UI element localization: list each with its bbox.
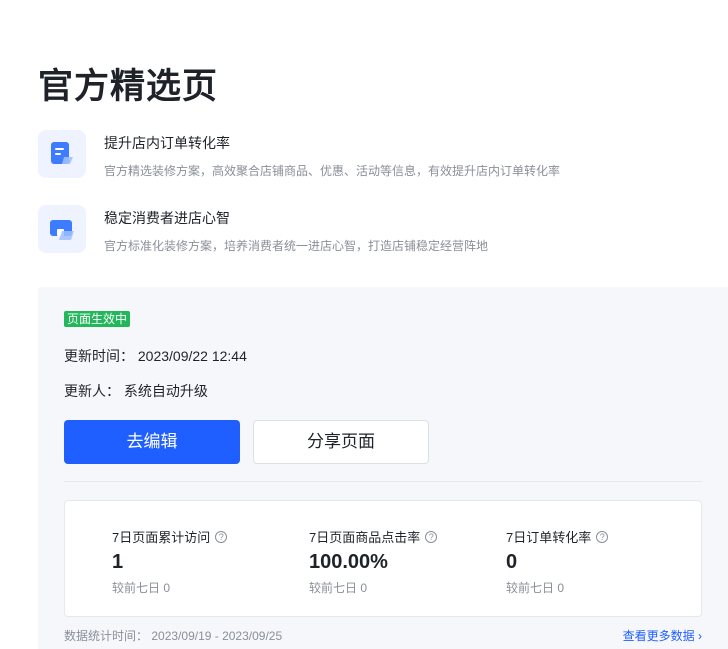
stat-value: 1 bbox=[112, 551, 124, 573]
stats-time-label: 数据统计时间： bbox=[64, 629, 149, 643]
feature-conversion: 提升店内订单转化率 官方精选装修方案，高效聚合店铺商品、优惠、活动等信息，有效提… bbox=[38, 129, 718, 179]
help-icon[interactable]: ? bbox=[215, 530, 228, 543]
stat-visits: 7日页面累计访问 ? 1 较前七日 0 bbox=[112, 527, 228, 596]
feature-desc: 官方标准化装修方案，培养消费者统一进店心智，打造店铺稳定经营阵地 bbox=[104, 239, 489, 253]
stat-click-rate: 7日页面商品点击率 ? 100.00% 较前七日 0 bbox=[309, 527, 438, 596]
help-icon[interactable]: ? bbox=[596, 530, 609, 543]
stat-conversion-rate: 7日订单转化率 ? 0 较前七日 0 bbox=[506, 527, 609, 596]
stat-label: 7日页面累计访问 bbox=[112, 530, 211, 545]
view-more-data-link[interactable]: 查看更多数据 › bbox=[623, 627, 702, 644]
edit-button[interactable]: 去编辑 bbox=[64, 420, 240, 464]
stat-compare: 较前七日 0 bbox=[506, 579, 608, 596]
share-page-button[interactable]: 分享页面 bbox=[253, 420, 429, 464]
compare-value: 0 bbox=[360, 581, 368, 595]
compare-value: 0 bbox=[163, 581, 171, 595]
divider bbox=[64, 481, 702, 482]
compare-label: 较前七日 bbox=[309, 581, 358, 595]
feature-mindset: 稳定消费者进店心智 官方标准化装修方案，培养消费者统一进店心智，打造店铺稳定经营… bbox=[38, 204, 718, 254]
status-badge: 页面生效中 bbox=[64, 311, 131, 327]
chevron-right-icon: › bbox=[698, 629, 702, 643]
stat-value: 100.00% bbox=[309, 551, 388, 573]
updater-label: 更新人： bbox=[64, 383, 120, 399]
stats-time-value: 2023/09/19 - 2023/09/25 bbox=[151, 629, 283, 643]
feature-title: 稳定消费者进店心智 bbox=[104, 210, 230, 226]
updater-row: 更新人： 系统自动升级 bbox=[64, 381, 208, 401]
updater-value: 系统自动升级 bbox=[123, 383, 208, 399]
update-time-row: 更新时间： 2023/09/22 12:44 bbox=[64, 346, 247, 366]
stat-value: 0 bbox=[506, 551, 518, 573]
help-icon[interactable]: ? bbox=[425, 530, 438, 543]
view-more-label: 查看更多数据 bbox=[622, 629, 695, 643]
stats-card: 7日页面累计访问 ? 1 较前七日 0 7日页面商品点击率 ? 100.00% … bbox=[64, 500, 702, 617]
compare-value: 0 bbox=[557, 581, 565, 595]
page-title: 官方精选页 bbox=[38, 67, 219, 106]
store-icon bbox=[38, 205, 86, 253]
page-status-panel: 页面生效中 更新时间： 2023/09/22 12:44 更新人： 系统自动升级… bbox=[38, 287, 728, 649]
compare-label: 较前七日 bbox=[112, 581, 161, 595]
document-icon bbox=[38, 130, 86, 178]
feature-desc: 官方精选装修方案，高效聚合店铺商品、优惠、活动等信息，有效提升店内订单转化率 bbox=[104, 164, 561, 178]
feature-title: 提升店内订单转化率 bbox=[104, 135, 230, 151]
stats-time-range: 数据统计时间： 2023/09/19 - 2023/09/25 bbox=[64, 627, 282, 644]
stat-compare: 较前七日 0 bbox=[309, 579, 437, 596]
compare-label: 较前七日 bbox=[506, 581, 555, 595]
update-time-value: 2023/09/22 12:44 bbox=[137, 348, 247, 364]
stat-compare: 较前七日 0 bbox=[112, 579, 227, 596]
stat-label: 7日页面商品点击率 bbox=[309, 530, 421, 545]
update-time-label: 更新时间： bbox=[64, 348, 134, 364]
stat-label: 7日订单转化率 bbox=[506, 530, 592, 545]
